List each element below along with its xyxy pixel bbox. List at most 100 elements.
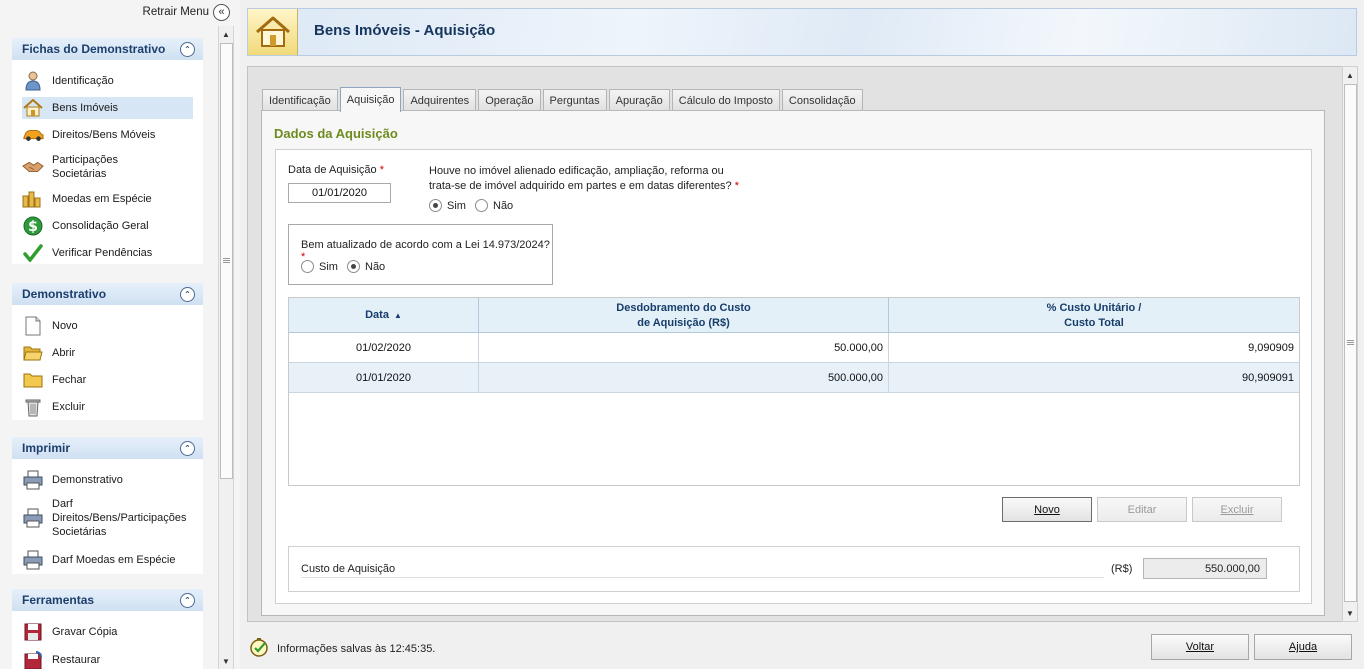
tab-consolidacao[interactable]: Consolidação bbox=[781, 89, 863, 111]
radio-button-checked[interactable] bbox=[347, 260, 360, 273]
menu-item-bens-imoveis[interactable]: Bens Imóveis bbox=[22, 97, 193, 119]
section-body: Gravar Cópia Restaurar bbox=[12, 611, 203, 669]
menu-item-consolidacao[interactable]: $ Consolidação Geral bbox=[22, 215, 193, 237]
menu-item-label: Excluir bbox=[52, 401, 86, 413]
page-title: Bens Imóveis - Aquisição bbox=[314, 22, 496, 39]
column-header-desdobramento[interactable]: Desdobramento do Custo de Aquisição (R$) bbox=[479, 298, 889, 333]
checkmark-icon bbox=[22, 242, 44, 264]
custo-aquisicao-label: Custo de Aquisição bbox=[301, 563, 396, 575]
menu-item-restaurar[interactable]: Restaurar bbox=[22, 649, 193, 669]
collapse-section-icon[interactable]: ⌃ bbox=[180, 440, 195, 456]
lei-radio-sim[interactable]: Sim bbox=[301, 260, 338, 273]
tab-calculo-imposto[interactable]: Cálculo do Imposto bbox=[671, 89, 780, 111]
section-header-ferramentas[interactable]: Ferramentas ⌃ bbox=[12, 589, 203, 611]
main-area: Bens Imóveis - Aquisição Identificação A… bbox=[241, 0, 1364, 669]
cell-data: 01/01/2020 bbox=[289, 363, 479, 392]
cell-data: 01/02/2020 bbox=[289, 333, 479, 362]
radio-button-checked[interactable] bbox=[429, 199, 442, 212]
scrollbar-thumb[interactable] bbox=[220, 43, 233, 479]
menu-item-novo[interactable]: Novo bbox=[22, 315, 193, 337]
house-icon bbox=[248, 9, 298, 55]
excluir-button[interactable]: Excluir bbox=[1192, 497, 1282, 522]
scroll-up-icon[interactable]: ▲ bbox=[1343, 67, 1357, 83]
edificacao-radio-nao[interactable]: Não bbox=[475, 199, 513, 212]
data-aquisicao-input[interactable] bbox=[288, 183, 391, 203]
scroll-down-icon[interactable]: ▼ bbox=[1343, 605, 1357, 621]
ajuda-button[interactable]: Ajuda bbox=[1254, 634, 1352, 660]
menu-item-label: Verificar Pendências bbox=[52, 247, 153, 259]
sort-ascending-icon: ▲ bbox=[393, 311, 402, 320]
novo-button-label: Novo bbox=[1034, 503, 1060, 516]
tab-identificacao[interactable]: Identificação bbox=[262, 89, 338, 111]
scrollbar-thumb[interactable] bbox=[1344, 84, 1357, 602]
cell-percentual: 90,909091 bbox=[1242, 371, 1294, 384]
menu-item-participacoes[interactable]: Participações Societárias bbox=[22, 152, 193, 182]
scroll-up-icon[interactable]: ▲ bbox=[219, 26, 233, 42]
collapse-section-icon[interactable]: ⌃ bbox=[180, 286, 195, 302]
lei-radio-nao[interactable]: Não bbox=[347, 260, 385, 273]
section-header-imprimir[interactable]: Imprimir ⌃ bbox=[12, 437, 203, 459]
radio-button[interactable] bbox=[301, 260, 314, 273]
menu-item-darf-moedas[interactable]: Darf Moedas em Espécie bbox=[22, 549, 193, 571]
menu-item-label: Bens Imóveis bbox=[52, 102, 119, 114]
car-icon bbox=[22, 124, 44, 146]
tab-adquirentes[interactable]: Adquirentes bbox=[403, 89, 477, 111]
menu-scrollbar[interactable]: ▲ ▼ bbox=[218, 26, 234, 669]
excluir-button-label: Excluir bbox=[1220, 503, 1254, 516]
section-imprimir: Imprimir ⌃ Demonstrativo Darf Direitos/B… bbox=[12, 437, 203, 574]
tab-apuracao[interactable]: Apuração bbox=[608, 89, 670, 111]
menu-item-excluir[interactable]: Excluir bbox=[22, 396, 193, 418]
column-header-percentual[interactable]: % Custo Unitário / Custo Total bbox=[889, 298, 1299, 333]
menu-area: Fichas do Demonstrativo ⌃ Identificação … bbox=[0, 26, 216, 669]
edificacao-question-line2: trata-se de imóvel adquirido em partes e… bbox=[429, 180, 732, 192]
menu-item-imprimir-demonstrativo[interactable]: Demonstrativo bbox=[22, 469, 193, 491]
printer-icon bbox=[22, 507, 44, 529]
menu-item-label: Abrir bbox=[52, 347, 76, 359]
scroll-down-icon[interactable]: ▼ bbox=[219, 653, 233, 669]
menu-item-label: Direitos/Bens Móveis bbox=[52, 129, 156, 141]
collapse-section-icon[interactable]: ⌃ bbox=[180, 592, 195, 608]
collapse-section-icon[interactable]: ⌃ bbox=[180, 41, 195, 57]
cell-custo: 50.000,00 bbox=[479, 333, 889, 362]
table-row[interactable]: 01/02/2020 50.000,00 9,090909 bbox=[289, 333, 1299, 363]
novo-button[interactable]: Novo bbox=[1002, 497, 1092, 522]
editar-button[interactable]: Editar bbox=[1097, 497, 1187, 522]
coins-icon bbox=[22, 188, 44, 210]
house-icon bbox=[22, 97, 44, 119]
section-header-fichas[interactable]: Fichas do Demonstrativo ⌃ bbox=[12, 38, 203, 60]
data-aquisicao-label: Data de Aquisição * bbox=[288, 164, 384, 176]
menu-item-label: Darf Moedas em Espécie bbox=[52, 554, 176, 566]
table-row-selected[interactable]: 01/01/2020 500.000,00 90,909091 bbox=[289, 363, 1299, 393]
section-title: Dados da Aquisição bbox=[274, 126, 398, 141]
radio-label: Não bbox=[365, 260, 386, 273]
menu-item-label: Darf Direitos/Bens/Participações Societá… bbox=[52, 498, 187, 538]
tab-perguntas[interactable]: Perguntas bbox=[542, 89, 607, 111]
section-body: Demonstrativo Darf Direitos/Bens/Partici… bbox=[12, 459, 203, 574]
collapse-menu-icon[interactable]: « bbox=[213, 3, 230, 21]
menu-item-darf-direitos[interactable]: Darf Direitos/Bens/Participações Societá… bbox=[22, 495, 193, 541]
main-scrollbar[interactable]: ▲ ▼ bbox=[1342, 66, 1358, 622]
edificacao-radio-sim[interactable]: Sim bbox=[429, 199, 466, 212]
retrair-menu[interactable]: Retrair Menu « bbox=[143, 3, 230, 21]
menu-item-fechar[interactable]: Fechar bbox=[22, 369, 193, 391]
menu-item-moedas[interactable]: Moedas em Espécie bbox=[22, 188, 193, 210]
retrair-menu-label: Retrair Menu bbox=[142, 6, 209, 18]
section-body: Identificação Bens Imóveis Direitos/Bens… bbox=[12, 60, 203, 264]
tab-operacao[interactable]: Operação bbox=[478, 89, 541, 111]
tab-aquisicao[interactable]: Aquisição bbox=[339, 87, 402, 112]
custo-table: Data ▲ Desdobramento do Custo de Aquisiç… bbox=[288, 297, 1300, 486]
printer-icon bbox=[22, 469, 44, 491]
menu-item-abrir[interactable]: Abrir bbox=[22, 342, 193, 364]
voltar-button[interactable]: Voltar bbox=[1151, 634, 1249, 660]
radio-button[interactable] bbox=[475, 199, 488, 212]
restore-disk-icon bbox=[22, 649, 44, 669]
custo-aquisicao-value: 550.000,00 bbox=[1143, 558, 1267, 579]
menu-item-pendencias[interactable]: Verificar Pendências bbox=[22, 242, 193, 264]
column-header-data[interactable]: Data ▲ bbox=[289, 298, 479, 333]
menu-item-identificacao[interactable]: Identificação bbox=[22, 70, 193, 92]
section-header-demonstrativo[interactable]: Demonstrativo ⌃ bbox=[12, 283, 203, 305]
menu-item-direitos-bens-moveis[interactable]: Direitos/Bens Móveis bbox=[22, 124, 193, 146]
lei-question: Bem atualizado de acordo com a Lei 14.97… bbox=[301, 239, 552, 263]
menu-item-gravar-copia[interactable]: Gravar Cópia bbox=[22, 621, 193, 643]
section-fichas: Fichas do Demonstrativo ⌃ Identificação … bbox=[12, 38, 203, 264]
